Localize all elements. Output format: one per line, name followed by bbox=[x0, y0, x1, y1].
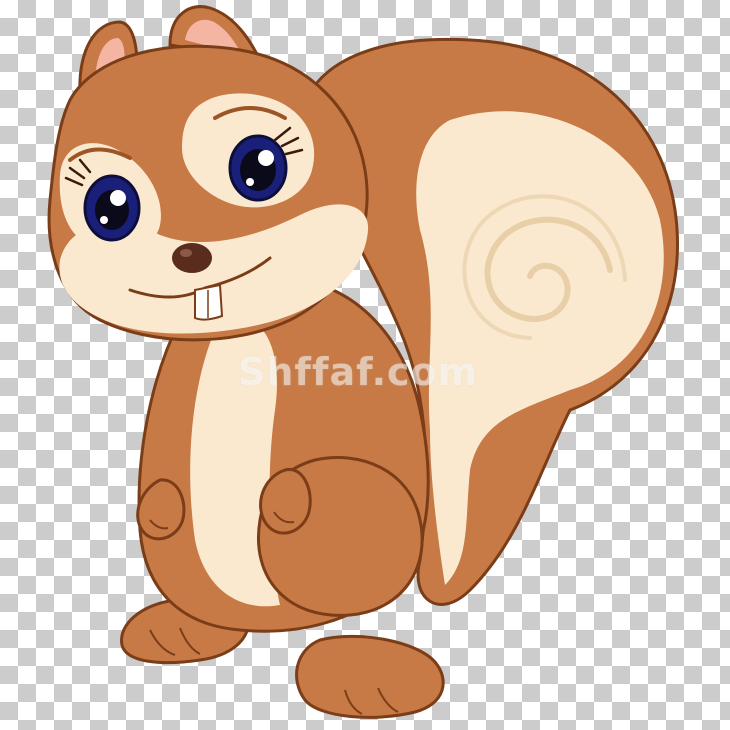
squirrel-illustration bbox=[47, 5, 679, 719]
head bbox=[47, 5, 369, 342]
tail-cream bbox=[416, 111, 664, 585]
right-foot bbox=[295, 634, 445, 719]
image-canvas: Shffaf.com bbox=[0, 0, 730, 730]
nose bbox=[172, 243, 212, 273]
front-foot bbox=[295, 634, 445, 719]
